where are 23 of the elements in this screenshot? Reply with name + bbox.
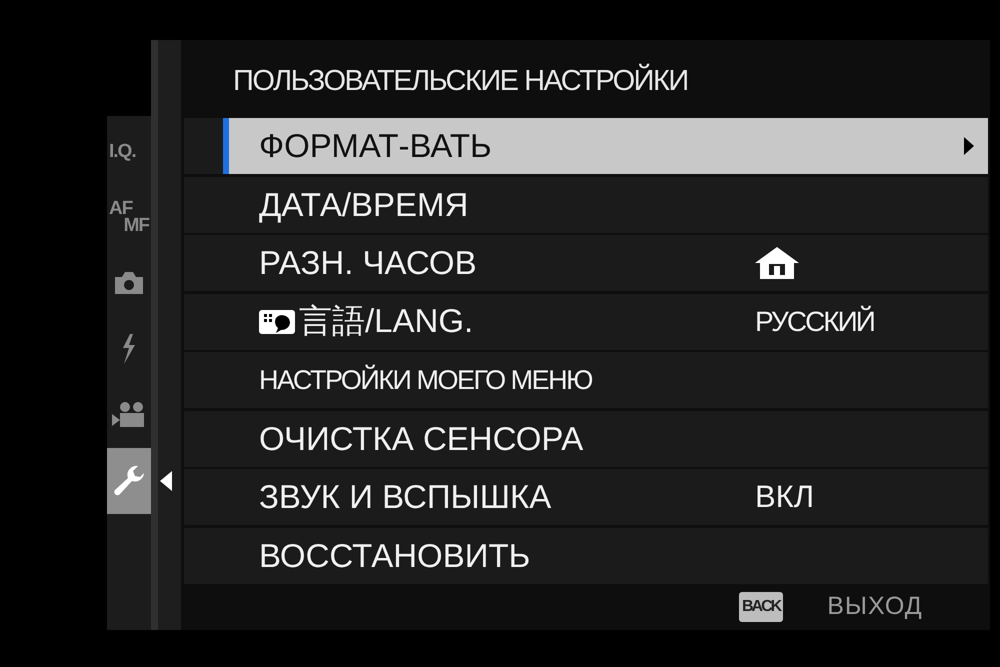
menu-item[interactable]: ФОРМАТ-ВАТЬ xyxy=(184,118,988,174)
menu-item[interactable]: 言語/LANG. РУССКИЙ xyxy=(184,294,988,350)
wrench-icon xyxy=(112,464,146,498)
menu-tab[interactable]: AF MF xyxy=(107,184,151,250)
triangle-indicator-icon xyxy=(160,471,172,491)
menu-item[interactable]: ЗВУК И ВСПЫШКА ВКЛ xyxy=(184,469,988,525)
back-key-badge: BACK xyxy=(739,592,784,622)
camera-icon xyxy=(113,271,145,295)
menu-item[interactable]: ОЧИСТКА СЕНСОРА xyxy=(184,410,988,466)
setting-value: ВКЛ xyxy=(755,479,814,515)
speech-bubble-icon xyxy=(259,308,295,336)
menu-item[interactable]: ВОССТАНОВИТЬ xyxy=(184,528,988,584)
menu-item[interactable]: ДАТА/ВРЕМЯ xyxy=(184,176,988,232)
menu-tab[interactable]: I.Q. xyxy=(107,118,151,184)
menu-tab[interactable] xyxy=(107,448,151,514)
flash-icon xyxy=(121,334,137,364)
menu-item[interactable]: НАСТРОЙКИ МОЕГО МЕНЮ xyxy=(184,352,988,408)
home-icon xyxy=(755,246,799,280)
setting-value: РУССКИЙ xyxy=(755,306,874,338)
movie-camera-icon xyxy=(112,401,146,429)
footer-hint: ВЫХОД xyxy=(827,592,923,622)
menu-title: ПОЛЬЗОВАТЕЛЬСКИЕ НАСТРОЙКИ xyxy=(232,62,689,98)
menu-item[interactable]: РАЗН. ЧАСОВ xyxy=(184,235,988,291)
